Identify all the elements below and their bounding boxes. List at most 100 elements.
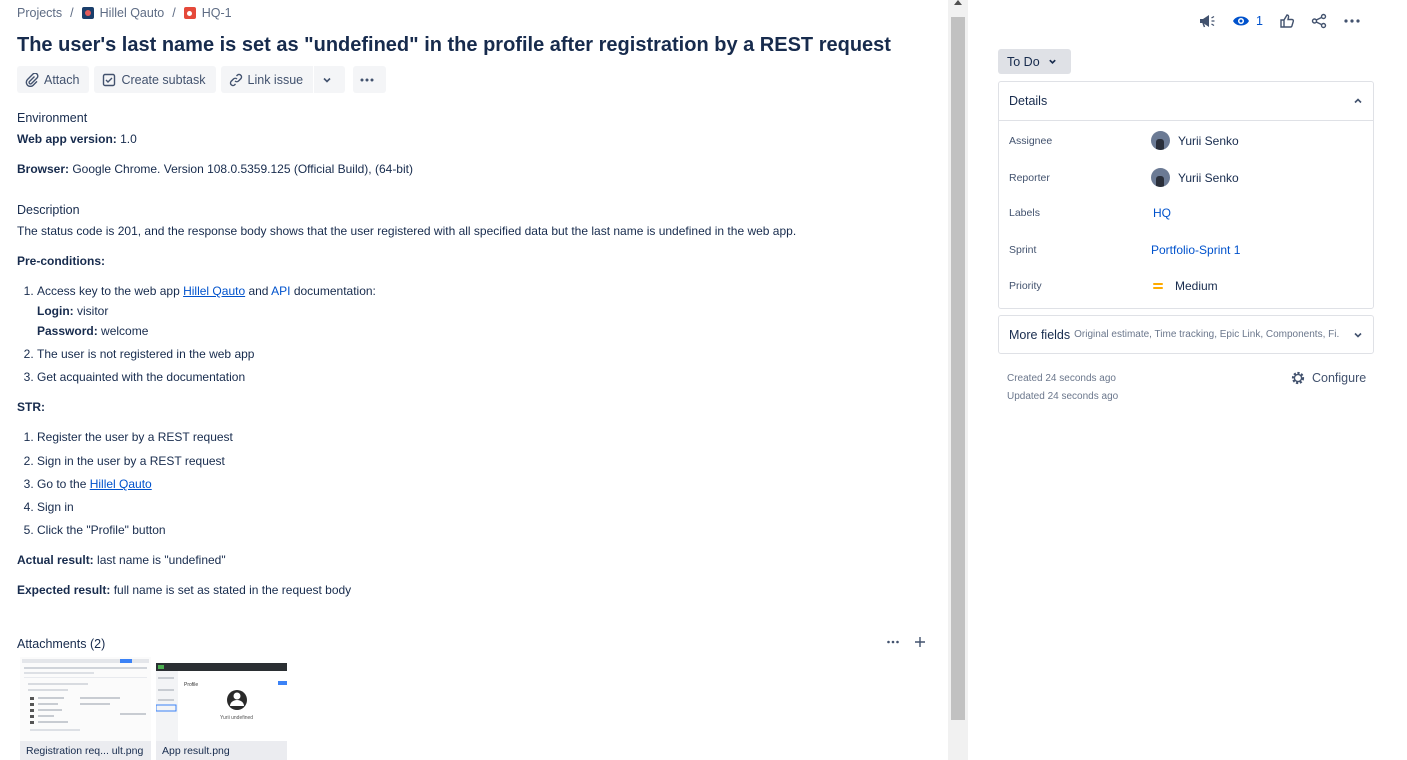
- screenshot-preview: [20, 657, 151, 741]
- paperclip-icon: [25, 72, 39, 87]
- sprint-row: Sprint Portfolio-Sprint 1: [1009, 243, 1240, 257]
- more-icon[interactable]: [1343, 16, 1361, 26]
- assignee-value[interactable]: Yurii Senko: [1178, 134, 1239, 148]
- reporter-row: Reporter Yurii Senko: [1009, 168, 1239, 187]
- login-line: Login: visitor: [37, 304, 109, 318]
- megaphone-icon[interactable]: [1198, 13, 1216, 29]
- more-fields-summary: Original estimate, Time tracking, Epic L…: [1074, 329, 1340, 340]
- api-link[interactable]: API: [271, 284, 290, 298]
- labels-label: Labels: [1009, 207, 1040, 219]
- priority-value[interactable]: Medium: [1175, 279, 1218, 293]
- create-subtask-button[interactable]: Create subtask: [94, 66, 216, 93]
- chevron-down-icon: [1048, 59, 1056, 64]
- scroll-up-arrow[interactable]: [954, 0, 962, 5]
- str-label: STR:: [17, 400, 45, 414]
- watch-count: 1: [1256, 14, 1263, 28]
- list-item: Sign in the user by a REST request: [37, 453, 937, 469]
- chevron-down-icon: [323, 77, 331, 83]
- attachment-thumbnail[interactable]: Registration req... ult.png: [20, 657, 151, 760]
- details-header[interactable]: Details: [999, 82, 1373, 121]
- list-item: Access key to the web app Hillel Qauto a…: [37, 283, 937, 339]
- priority-label: Priority: [1009, 280, 1042, 292]
- attachment-name: App result.png: [156, 741, 287, 760]
- issue-description[interactable]: Environment Web app version: 1.0 Browser…: [17, 110, 937, 598]
- list-item: Sign in: [37, 499, 937, 515]
- web-app-version: Web app version: 1.0: [17, 132, 137, 146]
- status-label: To Do: [1007, 54, 1040, 69]
- gear-icon: [1291, 371, 1305, 385]
- breadcrumb-separator: /: [172, 6, 176, 20]
- link-icon: [229, 73, 242, 86]
- link-issue-dropdown-button[interactable]: [314, 66, 346, 93]
- issue-main-pane: Projects / Hillel Qauto / HQ-1 The user'…: [0, 0, 948, 760]
- breadcrumb-separator: /: [70, 6, 74, 20]
- details-panel: Details Assignee Yurii Senko Reporter Yu…: [998, 81, 1374, 309]
- attach-button[interactable]: Attach: [17, 66, 90, 93]
- list-item: Register the user by a REST request: [37, 429, 937, 445]
- environment-heading: Environment: [17, 111, 88, 125]
- description-text: The status code is 201, and the response…: [17, 224, 797, 238]
- scrollbar-thumb[interactable]: [951, 17, 965, 720]
- configure-label: Configure: [1312, 371, 1367, 385]
- avatar: [1151, 131, 1170, 150]
- issue-timestamps: Created 24 seconds ago Updated 24 second…: [1007, 370, 1118, 406]
- list-item: The user is not registered in the web ap…: [37, 346, 937, 362]
- issue-header-actions: 1: [1198, 13, 1377, 29]
- updated-timestamp: Updated 24 seconds ago: [1007, 391, 1119, 402]
- configure-button[interactable]: Configure: [1290, 370, 1366, 386]
- more-fields-label: More fields: [1009, 327, 1071, 342]
- link-issue-label: Link issue: [247, 72, 304, 87]
- more-fields-panel[interactable]: More fields Original estimate, Time trac…: [998, 315, 1374, 354]
- thumbs-up-icon[interactable]: [1279, 13, 1295, 29]
- project-icon: [81, 7, 94, 19]
- list-item: Go to the Hillel Qauto: [37, 476, 937, 492]
- eye-icon: [1233, 16, 1249, 26]
- issue-title[interactable]: The user's last name is set as "undefine…: [17, 34, 891, 57]
- more-icon[interactable]: [886, 637, 900, 647]
- more-icon: [360, 78, 374, 81]
- plus-icon[interactable]: [914, 636, 926, 648]
- sprint-label: Sprint: [1009, 244, 1037, 256]
- breadcrumb-issue-key[interactable]: HQ-1: [202, 6, 232, 20]
- labels-row: Labels HQ: [1009, 206, 1173, 220]
- status-dropdown[interactable]: To Do: [998, 49, 1071, 74]
- str-list: Register the user by a REST request Sign…: [17, 429, 937, 538]
- preconditions-list: Access key to the web app Hillel Qauto a…: [17, 283, 937, 385]
- created-timestamp: Created 24 seconds ago: [1007, 373, 1116, 384]
- attachment-thumbnail[interactable]: Profile Yurii undefined App result.png: [156, 657, 287, 760]
- assignee-row: Assignee Yurii Senko: [1009, 131, 1239, 150]
- hillel-qauto-link[interactable]: Hillel Qauto: [183, 284, 245, 298]
- sprint-link[interactable]: Portfolio-Sprint 1: [1151, 243, 1240, 257]
- hillel-qauto-link[interactable]: Hillel Qauto: [90, 477, 152, 491]
- expected-result: Expected result: full name is set as sta…: [17, 583, 352, 597]
- browser: Browser: Google Chrome. Version 108.0.53…: [17, 162, 413, 176]
- breadcrumb-projects[interactable]: Projects: [17, 6, 62, 20]
- reporter-value[interactable]: Yurii Senko: [1178, 171, 1239, 185]
- attachment-name: Registration req... ult.png: [20, 741, 151, 760]
- more-actions-button[interactable]: [353, 66, 387, 93]
- assignee-label: Assignee: [1009, 134, 1053, 147]
- breadcrumb: Projects / Hillel Qauto / HQ-1: [17, 6, 232, 20]
- issue-toolbar: Attach Create subtask Link issue: [17, 66, 391, 93]
- label-tag[interactable]: HQ: [1151, 206, 1173, 220]
- bug-icon: [183, 7, 196, 19]
- watch-button[interactable]: 1: [1232, 14, 1263, 28]
- share-icon[interactable]: [1311, 13, 1327, 29]
- attach-label: Attach: [44, 72, 80, 87]
- attachments-heading: Attachments (2): [17, 637, 106, 651]
- breadcrumb-project[interactable]: Hillel Qauto: [100, 6, 165, 20]
- avatar: [1151, 168, 1170, 187]
- thumbnail-user-name: Yurii undefined: [220, 715, 254, 721]
- chevron-up-icon: [1354, 98, 1362, 104]
- list-item: Get acquainted with the documentation: [37, 369, 937, 385]
- chevron-down-icon: [1354, 332, 1362, 338]
- actual-result: Actual result: last name is "undefined": [17, 553, 226, 567]
- create-subtask-label: Create subtask: [121, 72, 206, 87]
- list-item: Click the "Profile" button: [37, 522, 937, 538]
- reporter-label: Reporter: [1009, 171, 1050, 184]
- priority-row: Priority Medium: [1009, 279, 1218, 293]
- issue-sidebar: 1 To Do Details Assignee Yurii Senko Rep…: [968, 0, 1407, 760]
- main-scrollbar[interactable]: [948, 0, 968, 760]
- subtask-icon: [103, 73, 116, 86]
- link-issue-button[interactable]: Link issue: [220, 66, 314, 93]
